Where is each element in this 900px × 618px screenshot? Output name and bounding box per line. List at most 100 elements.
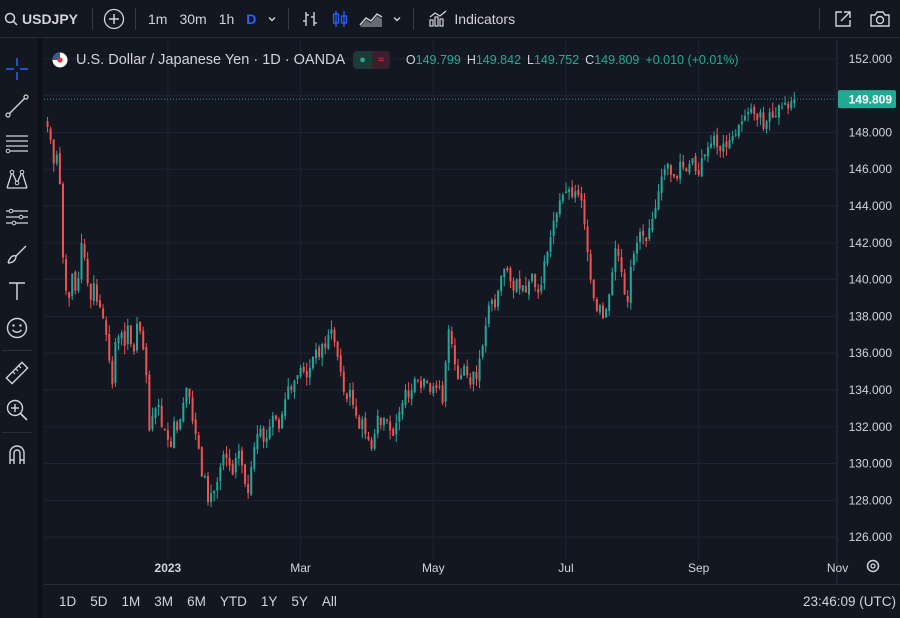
top-toolbar: USDJPY 1m 30m 1h D Indicators: [0, 0, 900, 38]
candle-body: [506, 268, 509, 271]
candle-body: [256, 434, 259, 450]
zoom-tool[interactable]: [0, 393, 34, 427]
y-tick-label: 148.000: [849, 125, 893, 139]
chart-title[interactable]: U.S. Dollar / Japanese Yen · 1D · OANDA: [76, 52, 345, 68]
brush-tool[interactable]: [0, 237, 34, 271]
high-value: 149.842: [475, 53, 522, 67]
candle-body: [262, 427, 265, 442]
divider: [2, 350, 32, 351]
emoji-icon: [6, 317, 28, 339]
candle-body: [534, 274, 537, 287]
candle-body: [586, 226, 589, 253]
compare-symbol-button[interactable]: [99, 0, 129, 38]
candle-body: [722, 143, 725, 152]
candle-body: [308, 367, 311, 378]
area-style-button[interactable]: [355, 0, 387, 38]
candle-body: [132, 344, 135, 352]
y-tick-label: 128.000: [849, 493, 893, 507]
timeframe-1h[interactable]: 1h: [213, 0, 241, 38]
timeframe-d[interactable]: D: [240, 0, 262, 38]
emoji-tool[interactable]: [0, 311, 34, 345]
range-1d[interactable]: 1D: [52, 594, 83, 609]
snapshot-button[interactable]: [826, 0, 860, 38]
range-ytd[interactable]: YTD: [213, 594, 254, 609]
x-tick-label: Nov: [827, 561, 848, 575]
candle-body: [237, 450, 240, 459]
timeframe-dropdown[interactable]: [262, 0, 282, 38]
candle-body: [598, 305, 601, 313]
candle-body: [142, 330, 145, 350]
open-value: 149.799: [415, 53, 461, 67]
candle-body: [105, 320, 108, 335]
trend-line-tool[interactable]: [0, 89, 34, 123]
candle-body: [117, 336, 120, 344]
range-6m[interactable]: 6M: [180, 594, 213, 609]
candle-body: [222, 454, 225, 466]
candle-body: [546, 252, 549, 264]
flag-icon: [52, 52, 68, 68]
candle-body: [626, 296, 629, 302]
candle-body: [290, 386, 293, 390]
candle-body: [549, 237, 552, 252]
candle-body: [756, 113, 759, 120]
y-tick-label: 140.000: [849, 273, 893, 287]
camera-button[interactable]: [860, 0, 900, 38]
candle-body: [379, 417, 382, 425]
candle-body: [336, 341, 339, 357]
candle-body: [407, 390, 410, 398]
last-price-label: 149.809: [849, 93, 893, 107]
candle-body: [277, 419, 280, 429]
timeframe-30m[interactable]: 30m: [173, 0, 212, 38]
range-1y[interactable]: 1Y: [254, 594, 285, 609]
status-pill[interactable]: ● ≈: [353, 51, 390, 69]
candle-body: [481, 345, 484, 357]
forecast-tool[interactable]: [0, 200, 34, 234]
crosshair-tool[interactable]: [0, 52, 34, 86]
settings-gear-hub: [870, 563, 876, 569]
candle-body: [166, 430, 169, 440]
fib-tool[interactable]: [0, 126, 34, 160]
chart-pane[interactable]: 152.000150.000148.000146.000144.000142.0…: [44, 40, 900, 618]
candle-body: [74, 271, 77, 291]
candle-body: [410, 389, 413, 399]
candle-body: [657, 191, 660, 210]
settings-icon[interactable]: [866, 559, 880, 573]
candle-body: [392, 428, 395, 436]
settings-gear-ring: [866, 559, 880, 573]
candle-body: [478, 358, 481, 381]
range-3m[interactable]: 3M: [147, 594, 180, 609]
candle-body: [191, 397, 194, 422]
candle-body: [281, 413, 284, 429]
range-5y[interactable]: 5Y: [284, 594, 315, 609]
search-icon: [4, 12, 18, 26]
indicators-button[interactable]: Indicators: [420, 0, 523, 38]
candle-body: [268, 426, 271, 439]
price-chart[interactable]: 152.000150.000148.000146.000144.000142.0…: [44, 40, 900, 584]
bar-chart-icon: [303, 11, 318, 26]
zoom-icon: [6, 399, 28, 421]
range-5d[interactable]: 5D: [83, 594, 114, 609]
magnet-tool[interactable]: [0, 438, 34, 472]
candle-body: [494, 299, 497, 308]
candle-body: [61, 183, 64, 258]
candle-body: [521, 285, 524, 292]
measure-tool[interactable]: [0, 356, 34, 390]
chart-style-dropdown[interactable]: [387, 0, 407, 38]
candle-body: [552, 220, 555, 237]
candle-body: [129, 325, 132, 344]
range-all[interactable]: All: [315, 594, 344, 609]
utc-clock[interactable]: 23:46:09 (UTC): [803, 594, 900, 609]
candle-body: [660, 176, 663, 194]
divider: [92, 7, 93, 30]
pattern-tool[interactable]: [0, 163, 34, 197]
range-1m[interactable]: 1M: [115, 594, 148, 609]
candle-body: [176, 421, 179, 431]
bar-style-button[interactable]: [295, 0, 325, 38]
text-tool[interactable]: [0, 274, 34, 308]
symbol-search[interactable]: USDJPY: [0, 0, 86, 38]
candle-body: [80, 242, 83, 280]
candles-style-button[interactable]: [325, 0, 355, 38]
candle-body: [444, 362, 447, 402]
candle-body: [648, 228, 651, 239]
timeframe-1m[interactable]: 1m: [142, 0, 173, 38]
